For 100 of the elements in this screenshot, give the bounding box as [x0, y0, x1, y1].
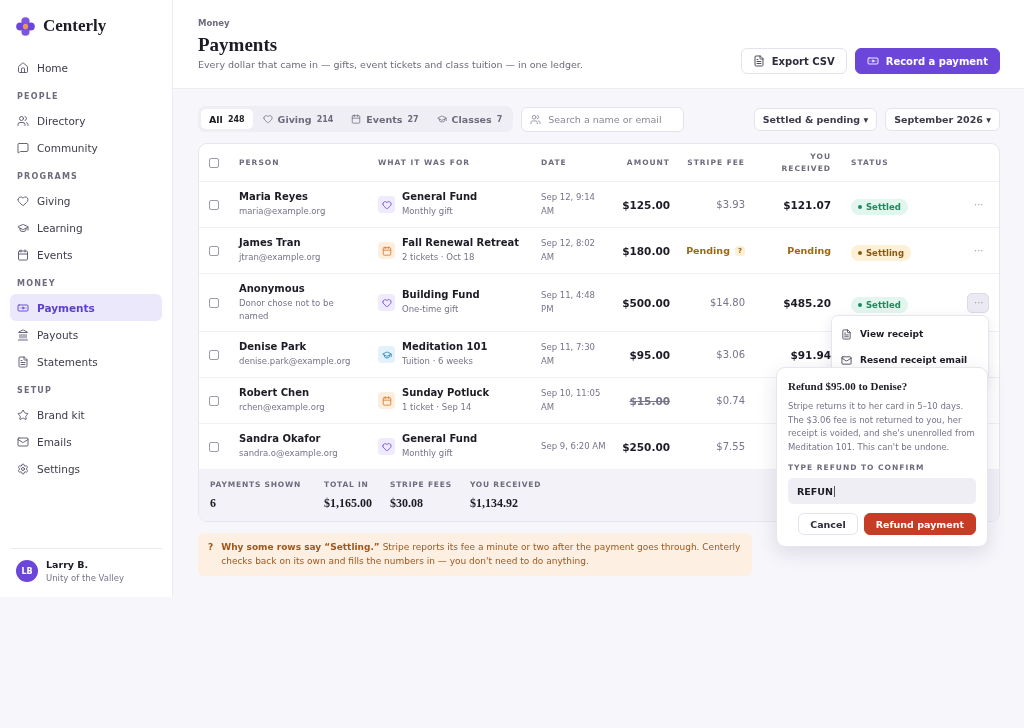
- payment-amount: $500.00: [622, 296, 670, 309]
- person-name: Robert Chen: [239, 387, 311, 399]
- calendar-icon: [378, 242, 395, 259]
- item-detail: 1 ticket · Sep 14: [402, 401, 473, 414]
- record-payment-button[interactable]: Record a payment: [854, 48, 1000, 74]
- settings-icon: [17, 462, 29, 475]
- sidebar-item[interactable]: Learning: [10, 214, 162, 241]
- export-button[interactable]: Export CSV: [740, 48, 847, 74]
- filter-dropdown[interactable]: September 2026 ▾: [885, 107, 1000, 131]
- row-checkbox[interactable]: [209, 395, 219, 406]
- brand-name: Centerly: [43, 16, 107, 36]
- banner-text: Why some rows say “Settling.” Stripe reports its fee a minute or two after the payment goes through. Centerly checks back on its own and fills the numbers in — you don't need to do anything.: [221, 541, 742, 569]
- breadcrumb: Money: [198, 18, 231, 28]
- item-detail: Tuition · 6 weeks: [402, 355, 474, 368]
- received-amount: $91.94: [789, 348, 832, 361]
- calendar-icon: [378, 392, 395, 409]
- section-heading: MONEY: [16, 278, 57, 290]
- payment-date: Sep 10, 11:05 AM: [541, 387, 602, 414]
- calendar-icon: [351, 114, 362, 124]
- payment-amount: $15.00: [629, 394, 670, 407]
- confirm-field[interactable]: REFUN: [788, 478, 976, 505]
- received-amount: $485.20: [782, 296, 832, 309]
- row-checkbox[interactable]: [209, 245, 219, 256]
- sidebar-item[interactable]: Settings: [10, 455, 162, 482]
- graduation-cap-icon: [436, 114, 447, 124]
- document-icon: [841, 328, 852, 340]
- item-detail: Monthly gift: [402, 447, 454, 460]
- status-pill: Settled: [851, 297, 908, 313]
- payment-amount: $125.00: [622, 198, 670, 211]
- sidebar-item[interactable]: Payments: [10, 294, 162, 321]
- sidebar-item[interactable]: Emails: [10, 428, 162, 455]
- total-value: $1,134.92: [469, 496, 519, 511]
- people-icon: [17, 114, 29, 127]
- payment-date: Sep 9, 6:20 AM: [541, 439, 606, 453]
- flower-logo-icon: [16, 16, 35, 36]
- page-title: Payments: [198, 34, 279, 56]
- person-name: James Tran: [239, 237, 302, 249]
- person-email: denise.park@example.org: [239, 355, 352, 368]
- filter-tab[interactable]: All 248: [201, 109, 253, 129]
- filter-tab[interactable]: Classes 7: [428, 109, 511, 129]
- sidebar-item[interactable]: Home: [10, 54, 162, 81]
- payment-amount: $250.00: [622, 440, 670, 453]
- graduation-cap-icon: [17, 221, 29, 234]
- question-mark-icon: ?: [208, 540, 214, 569]
- bank-icon: [17, 328, 29, 341]
- item-detail: 2 tickets · Oct 18: [402, 251, 476, 264]
- status-pill: Settling: [851, 245, 911, 261]
- sidebar-item[interactable]: Events: [10, 241, 162, 268]
- item-title: Sunday Potluck: [402, 387, 490, 399]
- status-pill: Settled: [851, 199, 908, 215]
- fee-text: $0.74: [716, 395, 745, 406]
- user-avatar[interactable]: LB: [16, 560, 38, 582]
- person-email: Donor chose not to be named: [239, 296, 335, 323]
- sidebar-item[interactable]: Giving: [10, 187, 162, 214]
- menu-item[interactable]: View receipt: [832, 321, 988, 347]
- sidebar-item[interactable]: Brand kit: [10, 401, 162, 428]
- section-heading: SETUP: [16, 385, 54, 397]
- person-name: Denise Park: [239, 341, 308, 353]
- row-checkbox[interactable]: [209, 349, 219, 360]
- filter-tab[interactable]: Giving 214: [254, 109, 342, 129]
- total-value: $1,165.00: [324, 496, 372, 511]
- person-name: Anonymous: [239, 282, 306, 294]
- sidebar-item[interactable]: Payouts: [10, 321, 162, 348]
- banknote-icon: [17, 301, 29, 314]
- sidebar-item[interactable]: Directory: [10, 107, 162, 134]
- sidebar-item[interactable]: Statements: [10, 348, 162, 375]
- row-checkbox[interactable]: [209, 297, 219, 308]
- section-heading: PEOPLE: [16, 91, 60, 103]
- star-icon: [17, 408, 29, 421]
- graduation-cap-icon: [378, 346, 395, 363]
- dialog-title: Refund $95.00 to Denise?: [788, 380, 909, 392]
- speech-bubble-icon: [17, 141, 29, 154]
- item-title: Meditation 101: [402, 341, 488, 353]
- total-value: $30.08: [390, 496, 424, 511]
- row-checkbox[interactable]: [209, 199, 219, 210]
- section-heading: PROGRAMS: [16, 171, 80, 183]
- select-all-checkbox[interactable]: [209, 157, 219, 168]
- refund-button[interactable]: Refund payment: [863, 513, 976, 536]
- item-title: Building Fund: [402, 289, 480, 301]
- heart-icon: [262, 114, 273, 124]
- person-email: rchen@example.org: [239, 401, 326, 414]
- banknote-icon: [866, 55, 879, 67]
- document-icon: [752, 55, 765, 67]
- pending-text: Pending: [686, 245, 730, 256]
- row-checkbox[interactable]: [209, 441, 219, 452]
- item-title: General Fund: [402, 433, 478, 445]
- payment-date: Sep 11, 7:30 AM: [541, 341, 597, 368]
- filter-tab[interactable]: Events 27: [343, 109, 427, 129]
- item-detail: One-time gift: [402, 303, 460, 316]
- payment-date: Sep 11, 4:48 PM: [541, 289, 597, 316]
- person-name: Sandra Okafor: [239, 433, 322, 445]
- cancel-button[interactable]: Cancel: [798, 513, 858, 536]
- pending-text: Pending: [787, 245, 831, 256]
- payment-amount: $180.00: [622, 244, 670, 257]
- person-email: jtran@example.org: [239, 251, 322, 264]
- received-amount: $121.07: [782, 198, 832, 211]
- search-field[interactable]: Search a name or email: [521, 106, 685, 132]
- sidebar-item[interactable]: Community: [10, 134, 162, 161]
- filter-dropdown[interactable]: Settled & pending ▾: [753, 107, 878, 131]
- person-email: sandra.o@example.org: [239, 447, 339, 460]
